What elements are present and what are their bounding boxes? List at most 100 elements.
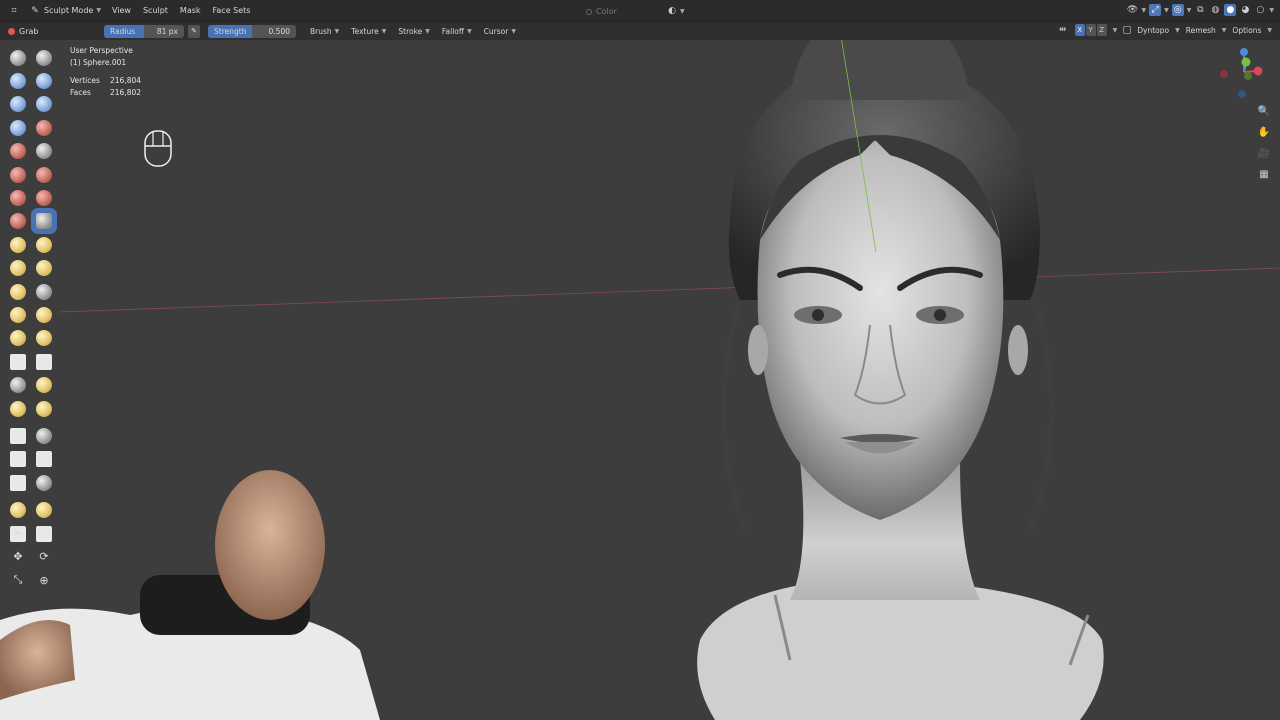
menu-sculpt[interactable]: Sculpt	[137, 6, 174, 15]
clay-brush-icon[interactable]	[10, 73, 26, 90]
draw-brush-icon[interactable]	[10, 49, 26, 66]
pinch-brush-icon[interactable]	[10, 213, 26, 230]
mask-by-color-icon[interactable]	[36, 525, 52, 542]
rotate-icon[interactable]: ⟳	[36, 549, 52, 565]
rotate-brush-icon[interactable]	[36, 283, 52, 300]
move-icon[interactable]: ✥	[10, 549, 26, 565]
cloth-brush-icon[interactable]	[10, 330, 26, 347]
multires-displacement-smear-icon[interactable]	[36, 377, 52, 394]
draw-sharp-brush-icon[interactable]	[36, 49, 52, 66]
symmetry-z-toggle[interactable]: Z	[1096, 24, 1107, 36]
brush-dropdown-label: Brush	[310, 26, 332, 36]
cloth-filter-icon[interactable]	[10, 502, 26, 519]
viewport-3d[interactable]	[0, 40, 1280, 720]
neg-y-axis-handle[interactable]	[1244, 72, 1252, 80]
cursor-dropdown-label: Cursor	[483, 26, 509, 36]
cursor-dropdown[interactable]: Cursor ▼	[478, 27, 522, 36]
rendered-shading-icon[interactable]: ○	[1254, 4, 1266, 16]
line-project-icon[interactable]	[10, 474, 26, 491]
tool-row: ⤡ ⊕	[8, 569, 60, 592]
chevron-down-icon: ▼	[511, 27, 516, 35]
camera-view-icon[interactable]: 🎥	[1257, 146, 1271, 160]
visibility-icon[interactable]: 👁	[1127, 4, 1139, 16]
ortho-grid-icon[interactable]: ▦	[1257, 167, 1271, 181]
layer-brush-icon[interactable]	[36, 96, 52, 113]
overlay-toggle-icon[interactable]: ◐	[666, 5, 678, 17]
neg-z-axis-handle[interactable]	[1238, 90, 1246, 98]
scrape-brush-icon[interactable]	[10, 190, 26, 207]
symmetry-y-toggle[interactable]: Y	[1085, 24, 1096, 36]
box-mask-icon[interactable]	[10, 427, 26, 444]
overlays-toggle-icon[interactable]: ◎	[1171, 4, 1184, 16]
solid-shading-icon[interactable]: ●	[1224, 4, 1237, 16]
multires-displacement-eraser-icon[interactable]	[10, 377, 26, 394]
box-face-set-icon[interactable]	[10, 451, 26, 468]
nudge-brush-icon[interactable]	[10, 283, 26, 300]
xray-toggle-icon[interactable]: ⧉	[1194, 4, 1206, 16]
neg-x-axis-handle[interactable]	[1220, 70, 1228, 78]
mask-brush-icon[interactable]	[10, 353, 26, 370]
editor-type-icon[interactable]: ⌗	[8, 5, 20, 17]
box-trim-icon[interactable]	[36, 451, 52, 468]
color-field[interactable]: Color	[586, 5, 666, 18]
wireframe-shading-icon[interactable]: ◍	[1209, 4, 1221, 16]
fill-brush-icon[interactable]	[36, 166, 52, 183]
inflate-brush-icon[interactable]	[10, 119, 26, 136]
navigation-gizmo[interactable]	[1218, 44, 1270, 100]
draw-face-sets-icon[interactable]	[36, 353, 52, 370]
strength-slider[interactable]: Strength 0.500	[208, 24, 296, 38]
tool-row	[8, 280, 60, 303]
mode-selector[interactable]: ✎ Sculpt Mode ▼	[24, 3, 106, 19]
scale-icon[interactable]: ⤡	[10, 572, 26, 588]
active-tool[interactable]: Grab	[0, 22, 104, 40]
snake-hook-brush-icon[interactable]	[36, 236, 52, 253]
texture-dropdown[interactable]: Texture ▼	[345, 27, 392, 36]
options-label[interactable]: Options	[1232, 26, 1261, 35]
viewport-header-right: 👁 ▼ ⤢ ▼ ◎ ▼ ⧉ ◍ ● ◕ ○ ▼	[1127, 4, 1274, 16]
flatten-brush-icon[interactable]	[10, 166, 26, 183]
zoom-icon[interactable]: 🔍	[1257, 104, 1271, 118]
boundary-brush-icon[interactable]	[36, 306, 52, 323]
radius-slider[interactable]: Radius 81 px	[104, 24, 184, 38]
shading-options[interactable]: ◐ ▼	[666, 5, 685, 17]
crease-brush-icon[interactable]	[10, 143, 26, 160]
stroke-dropdown[interactable]: Stroke ▼	[392, 27, 436, 36]
clay-thumb-brush-icon[interactable]	[10, 96, 26, 113]
clay-strips-brush-icon[interactable]	[36, 73, 52, 90]
x-axis-handle[interactable]	[1253, 66, 1263, 76]
mesh-filter-icon[interactable]	[36, 474, 52, 491]
pan-hand-icon[interactable]: ✋	[1257, 125, 1271, 139]
menu-face-sets[interactable]: Face Sets	[207, 6, 257, 15]
smear-brush-icon[interactable]	[36, 400, 52, 417]
transform-icon[interactable]: ⊕	[36, 572, 52, 588]
falloff-dropdown[interactable]: Falloff ▼	[436, 27, 478, 36]
pose-brush-icon[interactable]	[36, 260, 52, 277]
box-hide-icon[interactable]	[36, 427, 52, 444]
chevron-down-icon[interactable]: ▼	[1113, 27, 1118, 34]
chevron-down-icon: ▼	[381, 27, 387, 35]
dyntopo-label[interactable]: Dyntopo	[1137, 26, 1169, 35]
edit-face-set-icon[interactable]: ✂	[10, 525, 26, 542]
blob-brush-icon[interactable]	[36, 119, 52, 136]
slide-relax-brush-icon[interactable]	[10, 306, 26, 323]
remesh-label[interactable]: Remesh	[1186, 26, 1216, 35]
thumb-brush-icon[interactable]	[10, 260, 26, 277]
smooth-brush-icon[interactable]	[36, 143, 52, 160]
z-axis-handle[interactable]	[1240, 48, 1248, 56]
pressure-icon[interactable]: ✎	[188, 24, 200, 38]
symmetry-x-toggle[interactable]: X	[1074, 24, 1085, 36]
tool-row	[8, 397, 60, 420]
elastic-deform-brush-icon[interactable]	[10, 236, 26, 253]
brush-dropdown[interactable]: Brush ▼	[304, 27, 345, 36]
paint-brush-icon[interactable]	[10, 400, 26, 417]
dyntopo-checkbox[interactable]	[1123, 26, 1132, 34]
multiplane-scrape-brush-icon[interactable]	[36, 190, 52, 207]
color-filter-icon[interactable]	[36, 502, 52, 519]
grab-brush-icon[interactable]	[31, 208, 57, 235]
material-shading-icon[interactable]: ◕	[1239, 4, 1251, 16]
gizmo-toggle-icon[interactable]: ⤢	[1149, 4, 1162, 16]
menu-view[interactable]: View	[106, 6, 137, 15]
simplify-brush-icon[interactable]	[36, 330, 52, 347]
menu-mask[interactable]: Mask	[174, 6, 207, 15]
y-axis-handle[interactable]	[1241, 57, 1251, 67]
